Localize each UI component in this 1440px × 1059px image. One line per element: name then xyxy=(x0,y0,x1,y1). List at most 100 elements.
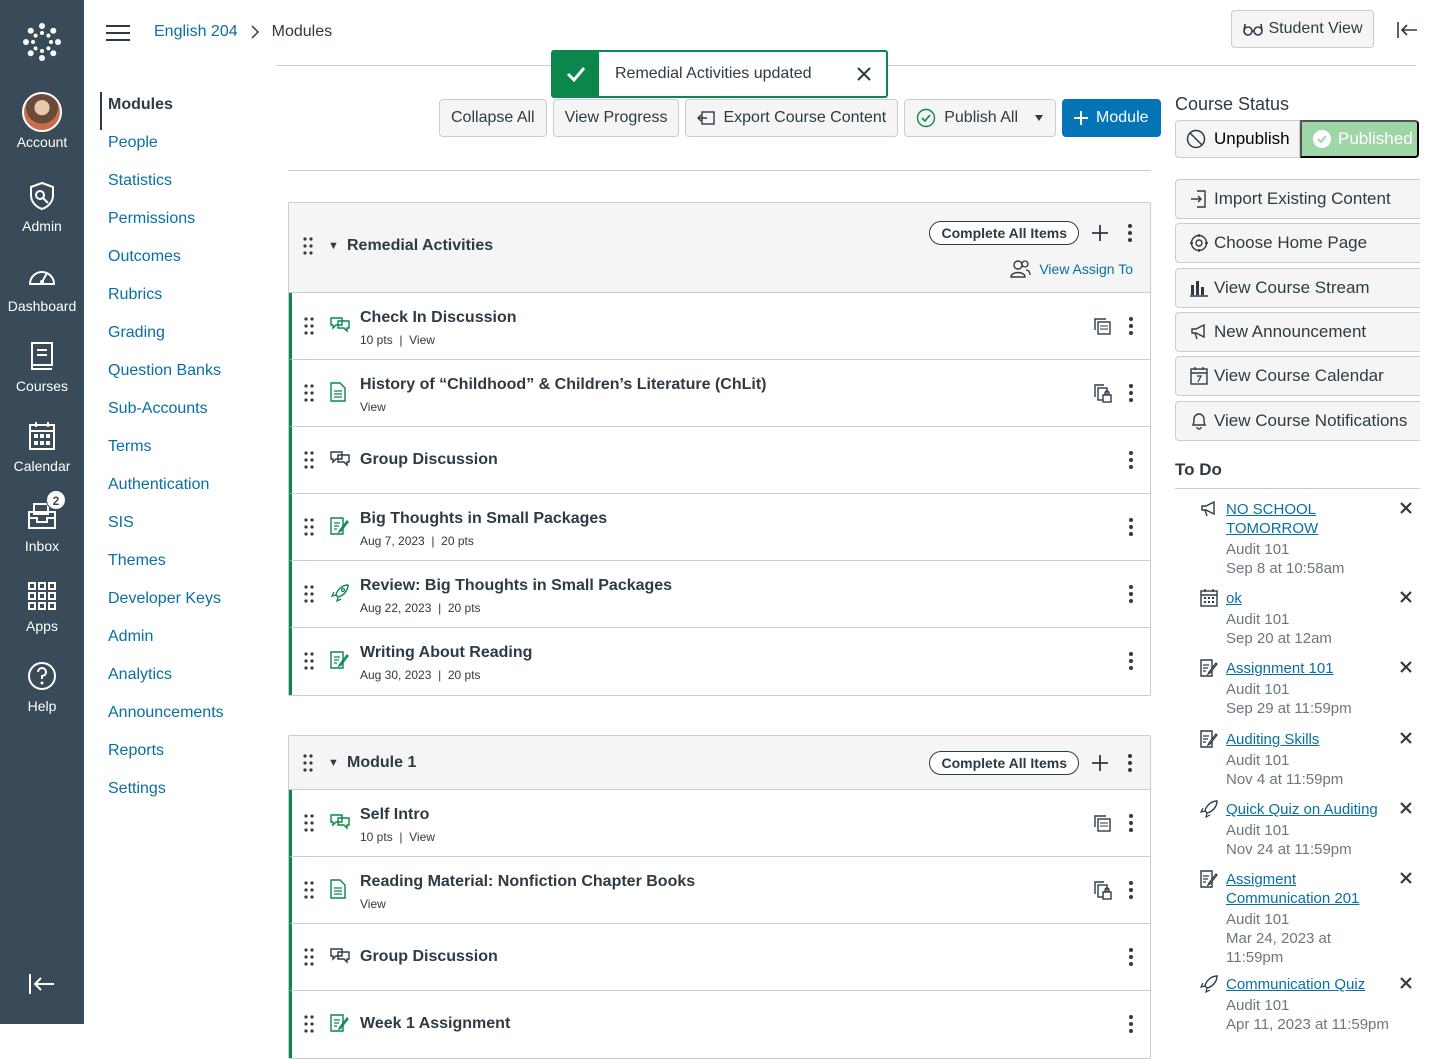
course-nav-item[interactable]: Settings xyxy=(100,776,270,814)
caret-down-icon[interactable]: ▼ xyxy=(328,240,339,252)
drag-handle-icon[interactable] xyxy=(304,881,314,899)
todo-item-link[interactable]: ok xyxy=(1226,589,1386,608)
export-course-content-button[interactable]: Export Course Content xyxy=(685,99,899,137)
collapse-sidebar-icon[interactable] xyxy=(1396,20,1418,40)
dismiss-icon[interactable] xyxy=(1400,872,1412,884)
nav-inbox[interactable]: 2 Inbox xyxy=(0,490,84,554)
course-nav-item[interactable]: Reports xyxy=(100,738,270,776)
course-nav-item[interactable]: Modules xyxy=(100,92,270,130)
course-nav-item[interactable]: Rubrics xyxy=(100,282,270,320)
course-nav-item[interactable]: Themes xyxy=(100,548,270,586)
published-button[interactable]: Published xyxy=(1300,120,1419,158)
view-assign-to-link[interactable]: View Assign To xyxy=(1009,259,1133,279)
course-nav-item[interactable]: Grading xyxy=(100,320,270,358)
course-action-button[interactable]: View Course Stream xyxy=(1175,267,1420,308)
complete-all-items-pill[interactable]: Complete All Items xyxy=(929,221,1079,245)
dismiss-icon[interactable] xyxy=(1400,591,1412,603)
item-options-icon[interactable] xyxy=(1128,584,1134,604)
item-options-icon[interactable] xyxy=(1128,517,1134,537)
close-icon[interactable] xyxy=(842,67,886,81)
drag-handle-icon[interactable] xyxy=(304,948,314,966)
course-nav-item[interactable]: Developer Keys xyxy=(100,586,270,624)
module-item[interactable]: Week 1 Assignment xyxy=(289,991,1150,1058)
nav-account[interactable]: Account xyxy=(0,92,84,150)
item-options-icon[interactable] xyxy=(1128,880,1134,900)
drag-handle-icon[interactable] xyxy=(304,585,314,603)
dismiss-icon[interactable] xyxy=(1400,732,1412,744)
nav-admin[interactable]: Admin xyxy=(0,176,84,234)
course-nav-item[interactable]: Statistics xyxy=(100,168,270,206)
module-item-title[interactable]: Check In Discussion xyxy=(360,309,517,327)
module-item[interactable]: Reading Material: Nonfiction Chapter Boo… xyxy=(289,857,1150,924)
drag-handle-icon[interactable] xyxy=(304,518,314,536)
course-nav-item[interactable]: Question Banks xyxy=(100,358,270,396)
module-item[interactable]: Check In Discussion 10 pts | View xyxy=(289,293,1150,360)
module-item-title[interactable]: Review: Big Thoughts in Small Packages xyxy=(360,577,672,595)
drag-handle-icon[interactable] xyxy=(304,814,314,832)
course-nav-item[interactable]: Outcomes xyxy=(100,244,270,282)
dismiss-icon[interactable] xyxy=(1400,802,1412,814)
course-nav-item[interactable]: Terms xyxy=(100,434,270,472)
module-header[interactable]: ▼ Remedial Activities Complete All Items Vi… xyxy=(289,203,1150,293)
module-item[interactable]: Big Thoughts in Small Packages Aug 7, 202… xyxy=(289,494,1150,561)
view-progress-button[interactable]: View Progress xyxy=(552,99,680,137)
todo-item-link[interactable]: Communication Quiz xyxy=(1226,975,1386,994)
module-item-title[interactable]: Self Intro xyxy=(360,806,429,824)
todo-item-link[interactable]: Assigment Communication 201 xyxy=(1226,870,1386,908)
module-options-icon[interactable] xyxy=(1127,753,1133,773)
module-item-title[interactable]: History of “Childhood” & Children’s Lite… xyxy=(360,376,767,394)
module-header[interactable]: ▼ Module 1 Complete All Items xyxy=(289,736,1150,790)
drag-handle-icon[interactable] xyxy=(304,652,314,670)
module-item[interactable]: Group Discussion xyxy=(289,427,1150,494)
duplicate-icon[interactable] xyxy=(1092,316,1112,336)
duplicate-icon[interactable] xyxy=(1092,813,1112,833)
nav-calendar[interactable]: Calendar xyxy=(0,416,84,474)
module-item-title[interactable]: Big Thoughts in Small Packages xyxy=(360,510,607,528)
nav-courses[interactable]: Courses xyxy=(0,336,84,394)
module-item-title[interactable]: Week 1 Assignment xyxy=(360,1015,510,1033)
course-nav-item[interactable]: Permissions xyxy=(100,206,270,244)
item-options-icon[interactable] xyxy=(1128,813,1134,833)
drag-handle-icon[interactable] xyxy=(304,451,314,469)
module-options-icon[interactable] xyxy=(1127,223,1133,243)
module-item[interactable]: Group Discussion xyxy=(289,924,1150,991)
nav-apps[interactable]: Apps xyxy=(0,576,84,634)
course-action-button[interactable]: View Course Notifications xyxy=(1175,400,1420,441)
dismiss-icon[interactable] xyxy=(1400,502,1412,514)
course-action-button[interactable]: Import Existing Content xyxy=(1175,179,1420,219)
drag-handle-icon[interactable] xyxy=(304,317,314,335)
course-nav-item[interactable]: Analytics xyxy=(100,662,270,700)
module-item-title[interactable]: Group Discussion xyxy=(360,451,498,469)
add-item-icon[interactable] xyxy=(1092,225,1108,241)
hamburger-menu-icon[interactable] xyxy=(106,24,130,42)
module-item-title[interactable]: Group Discussion xyxy=(360,948,498,966)
caret-down-icon[interactable]: ▼ xyxy=(328,757,339,769)
nav-help[interactable]: Help xyxy=(0,656,84,714)
module-item[interactable]: History of “Childhood” & Children’s Lite… xyxy=(289,360,1150,427)
course-nav-item[interactable]: Announcements xyxy=(100,700,270,738)
canvas-logo-icon[interactable] xyxy=(20,20,64,64)
dismiss-icon[interactable] xyxy=(1400,661,1412,673)
module-item[interactable]: Review: Big Thoughts in Small Packages Au… xyxy=(289,561,1150,628)
item-options-icon[interactable] xyxy=(1128,651,1134,671)
dismiss-icon[interactable] xyxy=(1400,977,1412,989)
course-nav-item[interactable]: Sub-Accounts xyxy=(100,396,270,434)
course-action-button[interactable]: View Course Calendar xyxy=(1175,356,1420,397)
todo-item-link[interactable]: NO SCHOOL TOMORROW xyxy=(1226,500,1326,538)
item-options-icon[interactable] xyxy=(1128,450,1134,470)
course-nav-item[interactable]: People xyxy=(100,130,270,168)
drag-handle-icon[interactable] xyxy=(303,754,313,772)
course-nav-item[interactable]: Authentication xyxy=(100,472,270,510)
breadcrumb-course-link[interactable]: English 204 xyxy=(154,23,238,41)
course-action-button[interactable]: Choose Home Page xyxy=(1175,223,1420,264)
todo-item-link[interactable]: Assignment 101 xyxy=(1226,659,1386,678)
student-view-button[interactable]: Student View xyxy=(1231,10,1374,48)
unpublish-button[interactable]: Unpublish xyxy=(1175,120,1300,158)
publish-all-button[interactable]: Publish All xyxy=(904,99,1057,137)
drag-handle-icon[interactable] xyxy=(304,384,314,402)
item-options-icon[interactable] xyxy=(1128,316,1134,336)
module-item-title[interactable]: Writing About Reading xyxy=(360,644,532,662)
course-action-button[interactable]: New Announcement xyxy=(1175,311,1420,352)
drag-handle-icon[interactable] xyxy=(304,1015,314,1033)
collapse-nav-icon[interactable] xyxy=(28,972,56,996)
